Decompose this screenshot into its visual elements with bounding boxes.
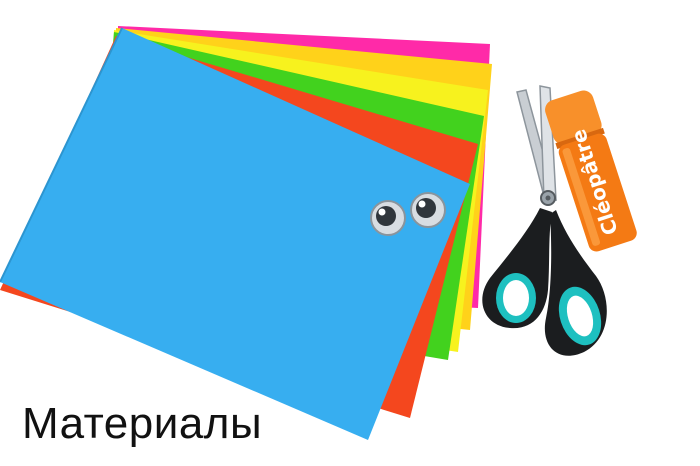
- colored-paper-stack: [0, 26, 492, 440]
- googly-eye-left: [370, 200, 406, 236]
- googly-eye-right: [410, 192, 446, 228]
- materials-photo: Cléopâtre: [0, 26, 637, 440]
- page-caption: Материалы: [22, 399, 263, 448]
